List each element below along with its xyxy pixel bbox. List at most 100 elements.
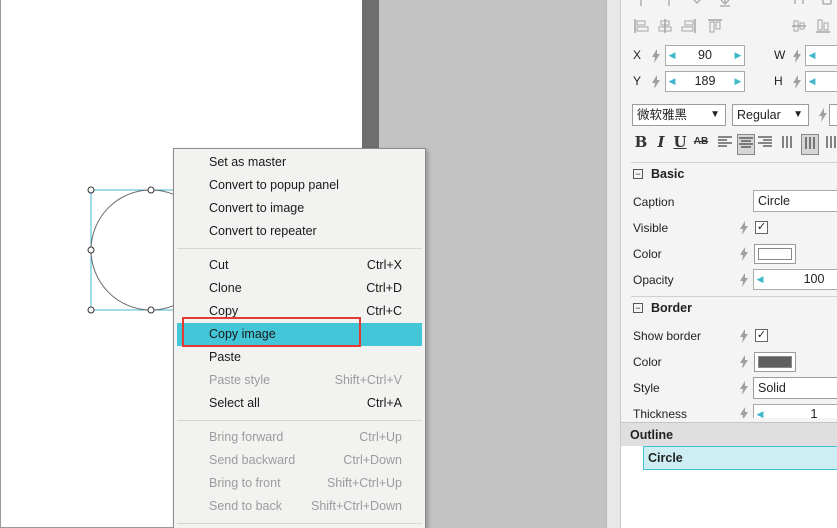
- text-align-right-icon[interactable]: [757, 134, 773, 153]
- menu-item-bring-to-front[interactable]: Bring to front Shift+Ctrl+Up: [177, 472, 422, 495]
- interaction-bolt-icon[interactable]: [651, 49, 661, 63]
- menu-item-bring-forward[interactable]: Bring forward Ctrl+Up: [177, 426, 422, 449]
- interaction-bolt-icon[interactable]: [792, 49, 802, 63]
- text-vertical-align-right-icon[interactable]: [821, 134, 837, 153]
- interaction-bolt-icon[interactable]: [739, 273, 749, 287]
- decrement-arrow-icon[interactable]: ◀: [667, 75, 677, 87]
- align-left-icon[interactable]: [633, 18, 649, 34]
- interaction-bolt-icon[interactable]: [739, 247, 749, 261]
- text-vertical-align-left-icon[interactable]: [781, 134, 797, 153]
- menu-item-shortcut: Ctrl+Down: [343, 453, 402, 467]
- align-top-icon[interactable]: [707, 18, 723, 34]
- thickness-spinner[interactable]: ◀ 1: [753, 404, 837, 418]
- distribute-icon[interactable]: [689, 0, 705, 8]
- increment-arrow-icon[interactable]: ▶: [733, 75, 743, 87]
- font-family-dropdown[interactable]: 微软雅黑 ▼: [632, 104, 726, 126]
- text-align-left-icon[interactable]: [717, 134, 733, 153]
- font-size-dropdown[interactable]: [829, 104, 837, 126]
- menu-item-convert-to-image[interactable]: Convert to image: [177, 197, 422, 220]
- menu-item-cut[interactable]: Cut Ctrl+X: [177, 254, 422, 277]
- menu-item-select-all[interactable]: Select all Ctrl+A: [177, 392, 422, 415]
- align-bottom-icon[interactable]: [815, 18, 831, 34]
- arrow-up-icon[interactable]: [633, 0, 649, 8]
- menu-item-label: Cut: [209, 258, 229, 272]
- decrement-arrow-icon[interactable]: ◀: [755, 273, 765, 285]
- font-style-dropdown[interactable]: Regular ▼: [732, 104, 809, 126]
- menu-item-paste-style[interactable]: Paste style Shift+Ctrl+V: [177, 369, 422, 392]
- menu-item-label: Convert to repeater: [209, 224, 317, 238]
- align-center-icon[interactable]: [657, 18, 673, 34]
- h-spinner[interactable]: ◀: [805, 71, 837, 92]
- menu-item-set-as-master[interactable]: Set as master: [177, 151, 422, 174]
- strikethrough-icon[interactable]: AB: [692, 132, 710, 152]
- opacity-row: Opacity ◀ 100: [633, 268, 837, 292]
- dropdown-caret-icon: ▼: [710, 109, 720, 120]
- resize-handle-left[interactable]: [87, 246, 95, 254]
- menu-item-copy[interactable]: Copy Ctrl+C: [177, 300, 422, 323]
- ungroup-icon[interactable]: [819, 0, 835, 8]
- decrement-arrow-icon[interactable]: ◀: [667, 49, 677, 61]
- align-middle-icon[interactable]: [791, 18, 807, 34]
- text-align-center-icon[interactable]: [737, 134, 755, 155]
- interaction-bolt-icon[interactable]: [651, 75, 661, 89]
- thickness-value[interactable]: 1: [794, 407, 834, 418]
- interaction-bolt-icon[interactable]: [739, 407, 749, 418]
- interaction-bolt-icon[interactable]: [818, 108, 828, 122]
- opacity-value[interactable]: 100: [794, 272, 834, 286]
- menu-item-shortcut: Ctrl+X: [366, 258, 402, 272]
- align-right-icon[interactable]: [681, 18, 697, 34]
- menu-item-shortcut: Ctrl+D: [366, 281, 402, 295]
- y-value[interactable]: 189: [680, 74, 730, 88]
- border-color-picker[interactable]: [754, 352, 796, 372]
- resize-handle-bottom-left[interactable]: [87, 306, 95, 314]
- interaction-bolt-icon[interactable]: [739, 221, 749, 235]
- interaction-bolt-icon[interactable]: [739, 381, 749, 395]
- basic-section-header[interactable]: − Basic: [631, 162, 837, 186]
- menu-item-send-backward[interactable]: Send backward Ctrl+Down: [177, 449, 422, 472]
- decrement-arrow-icon[interactable]: ◀: [755, 408, 765, 418]
- x-value[interactable]: 90: [680, 48, 730, 62]
- decrement-arrow-icon[interactable]: ◀: [807, 75, 817, 87]
- arrange-toolbar-row: [631, 0, 837, 12]
- w-spinner[interactable]: ◀: [805, 45, 837, 66]
- decrement-arrow-icon[interactable]: ◀: [807, 49, 817, 61]
- menu-item-shortcut: Ctrl+C: [366, 304, 402, 318]
- italic-icon[interactable]: I: [653, 132, 669, 152]
- x-spinner[interactable]: ◀ 90 ▶: [665, 45, 745, 66]
- fill-color-picker[interactable]: [754, 244, 796, 264]
- caption-input[interactable]: Circle: [753, 190, 837, 212]
- menu-item-convert-to-popup-panel[interactable]: Convert to popup panel: [177, 174, 422, 197]
- border-color-label: Color: [633, 355, 662, 369]
- menu-item-shortcut: Shift+Ctrl+Up: [326, 476, 402, 490]
- menu-item-label: Bring to front: [209, 476, 281, 490]
- interaction-bolt-icon[interactable]: [739, 329, 749, 343]
- y-spinner[interactable]: ◀ 189 ▶: [665, 71, 745, 92]
- text-vertical-align-center-icon[interactable]: [801, 134, 819, 155]
- menu-item-send-to-back[interactable]: Send to back Shift+Ctrl+Down: [177, 495, 422, 518]
- opacity-spinner[interactable]: ◀ 100: [753, 269, 837, 290]
- menu-item-paste[interactable]: Paste: [177, 346, 422, 369]
- resize-handle-top-left[interactable]: [87, 186, 95, 194]
- resize-handle-bottom[interactable]: [147, 306, 155, 314]
- interaction-bolt-icon[interactable]: [792, 75, 802, 89]
- arrow-down-bar-icon[interactable]: [717, 0, 733, 8]
- show-border-checkbox[interactable]: ✓: [755, 329, 768, 342]
- panel-splitter[interactable]: [606, 0, 620, 528]
- menu-item-convert-to-repeater[interactable]: Convert to repeater: [177, 220, 422, 243]
- underline-icon[interactable]: U: [672, 132, 688, 152]
- interaction-bolt-icon[interactable]: [739, 355, 749, 369]
- increment-arrow-icon[interactable]: ▶: [733, 49, 743, 61]
- menu-item-clone[interactable]: Clone Ctrl+D: [177, 277, 422, 300]
- geometry-row-y: Y ◀ 189 ▶ H ◀: [621, 70, 837, 94]
- visible-checkbox[interactable]: ✓: [755, 221, 768, 234]
- bold-icon[interactable]: B: [633, 132, 649, 152]
- collapse-icon[interactable]: −: [633, 303, 643, 313]
- arrow-up-bar-icon[interactable]: [661, 0, 677, 8]
- border-section-header[interactable]: − Border: [631, 296, 837, 320]
- collapse-icon[interactable]: −: [633, 169, 643, 179]
- menu-item-copy-image[interactable]: Copy image: [177, 323, 422, 346]
- resize-handle-top[interactable]: [147, 186, 155, 194]
- outline-item[interactable]: Circle: [643, 446, 837, 470]
- group-icon[interactable]: [791, 0, 807, 8]
- border-style-dropdown[interactable]: Solid: [753, 377, 837, 399]
